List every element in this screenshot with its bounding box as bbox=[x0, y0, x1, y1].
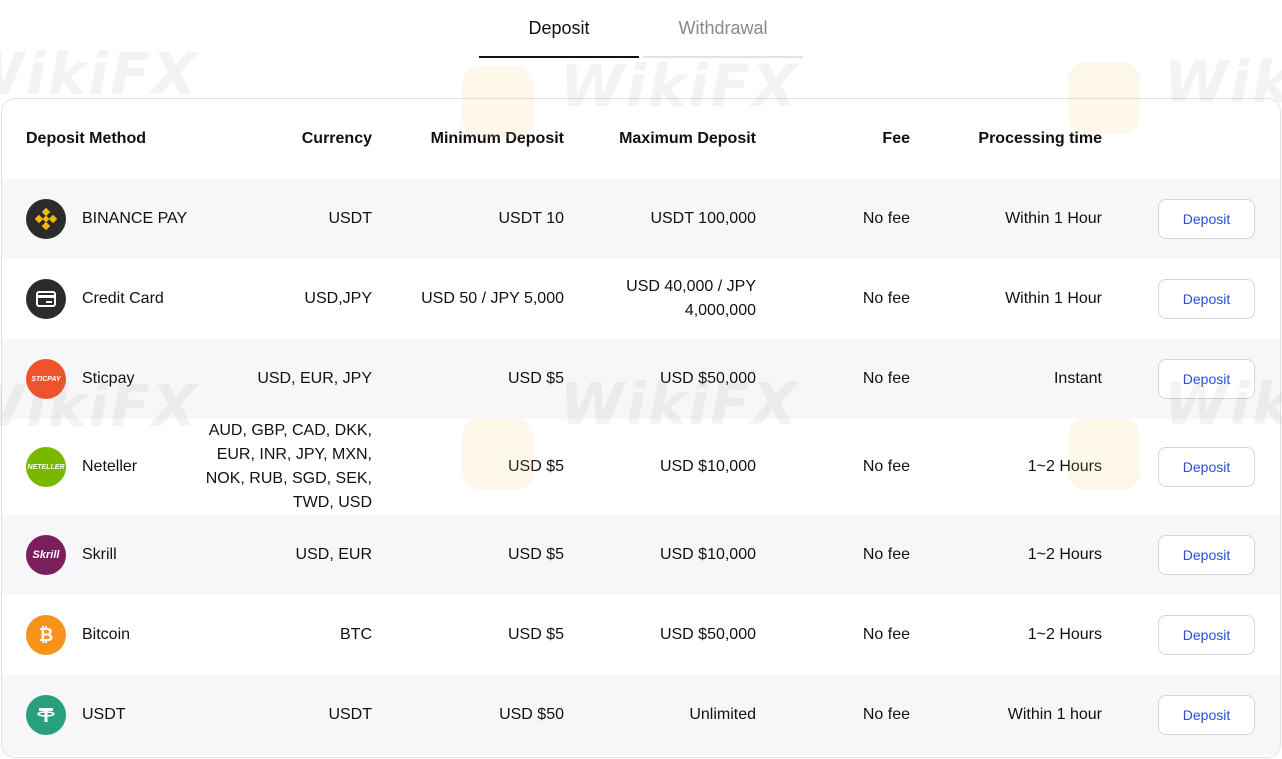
currency-cell: USDT bbox=[328, 706, 372, 723]
currency-cell: BTC bbox=[340, 626, 372, 643]
neteller-icon: NETELLER bbox=[26, 447, 66, 487]
deposit-button[interactable]: Deposit bbox=[1158, 615, 1255, 655]
deposit-button[interactable]: Deposit bbox=[1158, 447, 1255, 487]
minimum-deposit-cell: USDT 10 bbox=[498, 210, 564, 227]
maximum-deposit-cell: Unlimited bbox=[689, 706, 756, 723]
deposit-button[interactable]: Deposit bbox=[1158, 199, 1255, 239]
icon-label: Skrill bbox=[32, 549, 60, 561]
header-deposit-method: Deposit Method bbox=[26, 130, 146, 147]
maximum-deposit-cell: USD $10,000 bbox=[659, 546, 756, 563]
header-fee: Fee bbox=[882, 130, 910, 147]
minimum-deposit-cell: USD $5 bbox=[507, 458, 564, 475]
header-minimum-deposit: Minimum Deposit bbox=[430, 130, 564, 147]
header-currency: Currency bbox=[301, 130, 372, 147]
minimum-deposit-cell: USD $5 bbox=[507, 626, 564, 643]
maximum-deposit-cell: USD $50,000 bbox=[659, 370, 756, 387]
deposit-button[interactable]: Deposit bbox=[1158, 535, 1255, 575]
fee-cell: No fee bbox=[862, 546, 910, 563]
minimum-deposit-cell: USD $5 bbox=[507, 370, 564, 387]
fee-cell: No fee bbox=[862, 706, 910, 723]
binance-icon bbox=[26, 199, 66, 239]
currency-cell: AUD, GBP, CAD, DKK, EUR, INR, JPY, MXN, … bbox=[205, 422, 372, 511]
currency-cell: USD, EUR bbox=[295, 546, 372, 563]
currency-cell: USD, EUR, JPY bbox=[257, 370, 372, 387]
table-row: BINANCE PAY USDT USDT 10 USDT 100,000 No fee… bbox=[2, 179, 1280, 259]
table-row: Credit Card USD,JPY USD 50 / JPY 5,000 USD … bbox=[2, 259, 1280, 339]
deposit-methods-table: Deposit Method Currency Minimum Deposit … bbox=[1, 98, 1281, 758]
processing-time-cell: Within 1 Hour bbox=[1005, 210, 1102, 227]
deposit-button[interactable]: Deposit bbox=[1158, 279, 1255, 319]
table-row: NETELLER Neteller AUD, GBP, CAD, DKK, EUR,… bbox=[2, 419, 1280, 515]
tab-withdrawal[interactable]: Withdrawal bbox=[643, 0, 803, 58]
processing-time-cell: Within 1 Hour bbox=[1005, 290, 1102, 307]
processing-time-cell: Instant bbox=[1053, 370, 1102, 387]
maximum-deposit-cell: USD 40,000 / JPY 4,000,000 bbox=[626, 278, 756, 319]
processing-time-cell: 1~2 Hours bbox=[1027, 458, 1102, 475]
deposit-button[interactable]: Deposit bbox=[1158, 695, 1255, 735]
fee-cell: No fee bbox=[862, 210, 910, 227]
processing-time-cell: 1~2 Hours bbox=[1027, 546, 1102, 563]
header-maximum-deposit: Maximum Deposit bbox=[619, 130, 756, 147]
maximum-deposit-cell: USD $10,000 bbox=[659, 458, 756, 475]
maximum-deposit-cell: USD $50,000 bbox=[659, 626, 756, 643]
tether-icon bbox=[26, 695, 66, 735]
minimum-deposit-cell: USD $5 bbox=[507, 546, 564, 563]
table-row: STICPAY Sticpay USD, EUR, JPY USD $5 USD $50… bbox=[2, 339, 1280, 419]
minimum-deposit-cell: USD 50 / JPY 5,000 bbox=[421, 290, 564, 307]
table-row: ₿ Bitcoin BTC USD $5 USD $50,000 No fee 1~2 Ho… bbox=[2, 595, 1280, 675]
tab-deposit[interactable]: Deposit bbox=[479, 0, 639, 58]
fee-cell: No fee bbox=[862, 458, 910, 475]
currency-cell: USDT bbox=[328, 210, 372, 227]
fee-cell: No fee bbox=[862, 626, 910, 643]
processing-time-cell: Within 1 hour bbox=[1007, 706, 1102, 723]
table-header: Deposit Method Currency Minimum Deposit … bbox=[2, 99, 1280, 179]
bitcoin-icon: ₿ bbox=[26, 615, 66, 655]
icon-label: STICPAY bbox=[31, 375, 61, 383]
svg-text:₿: ₿ bbox=[39, 625, 54, 646]
skrill-icon: Skrill bbox=[26, 535, 66, 575]
deposit-button[interactable]: Deposit bbox=[1158, 359, 1255, 399]
table-row: USDT USDT USD $50 Unlimited No fee Within 1 h… bbox=[2, 675, 1280, 755]
minimum-deposit-cell: USD $50 bbox=[499, 706, 564, 723]
header-processing-time: Processing time bbox=[978, 130, 1102, 147]
maximum-deposit-cell: USDT 100,000 bbox=[650, 210, 756, 227]
tab-bar: Deposit Withdrawal bbox=[479, 0, 803, 58]
credit-card-icon bbox=[26, 279, 66, 319]
processing-time-cell: 1~2 Hours bbox=[1027, 626, 1102, 643]
table-row: Skrill Skrill USD, EUR USD $5 USD $10,000 No … bbox=[2, 515, 1280, 595]
fee-cell: No fee bbox=[862, 370, 910, 387]
icon-label: NETELLER bbox=[27, 463, 65, 471]
fee-cell: No fee bbox=[862, 290, 910, 307]
sticpay-icon: STICPAY bbox=[26, 359, 66, 399]
currency-cell: USD,JPY bbox=[304, 290, 372, 307]
